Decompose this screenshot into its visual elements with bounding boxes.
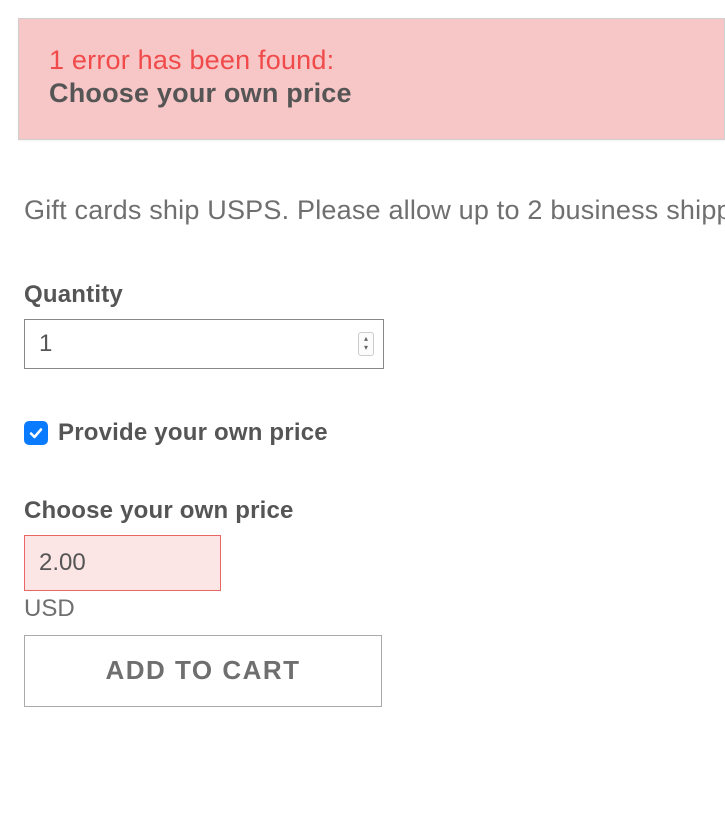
currency-label: USD <box>24 595 725 623</box>
quantity-input-wrapper: ▴ ▾ <box>24 319 384 369</box>
quantity-input[interactable] <box>24 319 384 369</box>
error-detail: Choose your own price <box>49 78 694 109</box>
quantity-section: Quantity ▴ ▾ <box>24 281 725 369</box>
error-title: 1 error has been found: <box>49 45 694 76</box>
provide-own-price-checkbox[interactable] <box>24 421 48 445</box>
shipping-info-text: Gift cards ship USPS. Please allow up to… <box>24 190 725 231</box>
choose-price-section: Choose your own price USD ADD TO CART <box>24 497 725 707</box>
checkmark-icon <box>28 425 44 441</box>
choose-price-label: Choose your own price <box>24 497 725 525</box>
content-area: Gift cards ship USPS. Please allow up to… <box>0 140 725 707</box>
price-input[interactable] <box>24 535 221 591</box>
stepper-down-icon[interactable]: ▾ <box>359 344 373 353</box>
quantity-label: Quantity <box>24 281 725 309</box>
stepper-up-icon[interactable]: ▴ <box>359 335 373 344</box>
provide-own-price-label: Provide your own price <box>58 419 328 447</box>
quantity-stepper[interactable]: ▴ ▾ <box>358 332 374 356</box>
error-banner: 1 error has been found: Choose your own … <box>18 18 725 140</box>
provide-own-price-row: Provide your own price <box>24 419 725 447</box>
add-to-cart-button[interactable]: ADD TO CART <box>24 635 382 707</box>
